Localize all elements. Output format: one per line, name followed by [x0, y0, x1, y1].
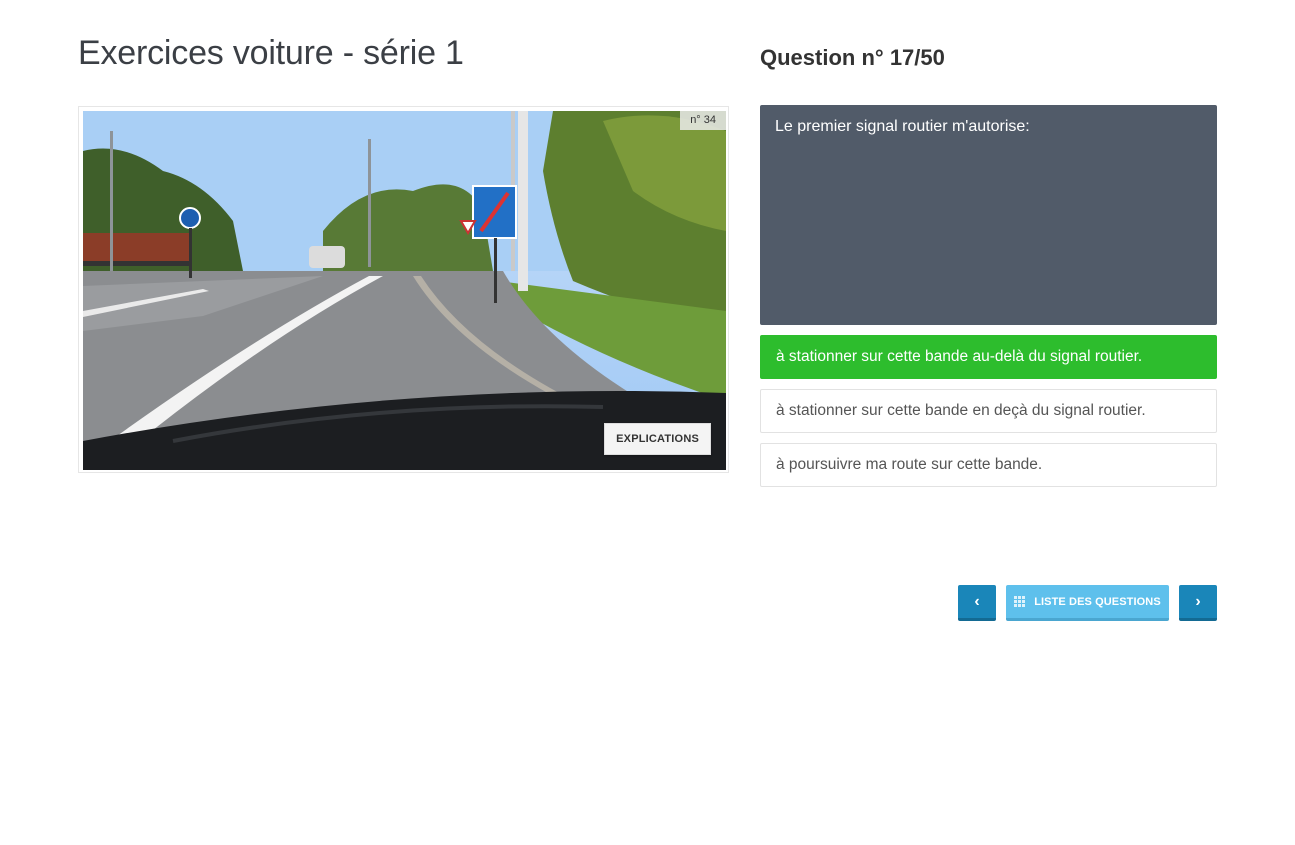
question-list-button[interactable]: LISTE DES QUESTIONS [1006, 585, 1169, 621]
next-question-button[interactable]: › [1179, 585, 1217, 621]
answer-option-1[interactable]: à stationner sur cette bande au-delà du … [760, 335, 1217, 379]
chevron-right-icon: › [1195, 592, 1201, 610]
question-label: Question n° [760, 45, 884, 70]
question-counter: 17/50 [889, 45, 945, 70]
question-text-box: Le premier signal routier m'autorise: [760, 105, 1217, 325]
question-list-label: LISTE DES QUESTIONS [1034, 595, 1161, 608]
page-title: Exercices voiture - série 1 [78, 34, 464, 72]
road-scene-illustration [83, 111, 726, 470]
question-photo-frame: n° 34 EXPLICATIONS [78, 106, 729, 473]
chevron-left-icon: ‹ [974, 592, 980, 610]
grid-icon [1014, 596, 1026, 607]
answer-option-3[interactable]: à poursuivre ma route sur cette bande. [760, 443, 1217, 487]
explanations-button[interactable]: EXPLICATIONS [604, 423, 711, 455]
previous-question-button[interactable]: ‹ [958, 585, 996, 621]
question-counter-header: Question n° 17/50 [760, 45, 945, 71]
road-photo: n° 34 EXPLICATIONS [83, 111, 726, 470]
answer-option-2[interactable]: à stationner sur cette bande en deçà du … [760, 389, 1217, 433]
photo-number-badge: n° 34 [680, 111, 726, 130]
